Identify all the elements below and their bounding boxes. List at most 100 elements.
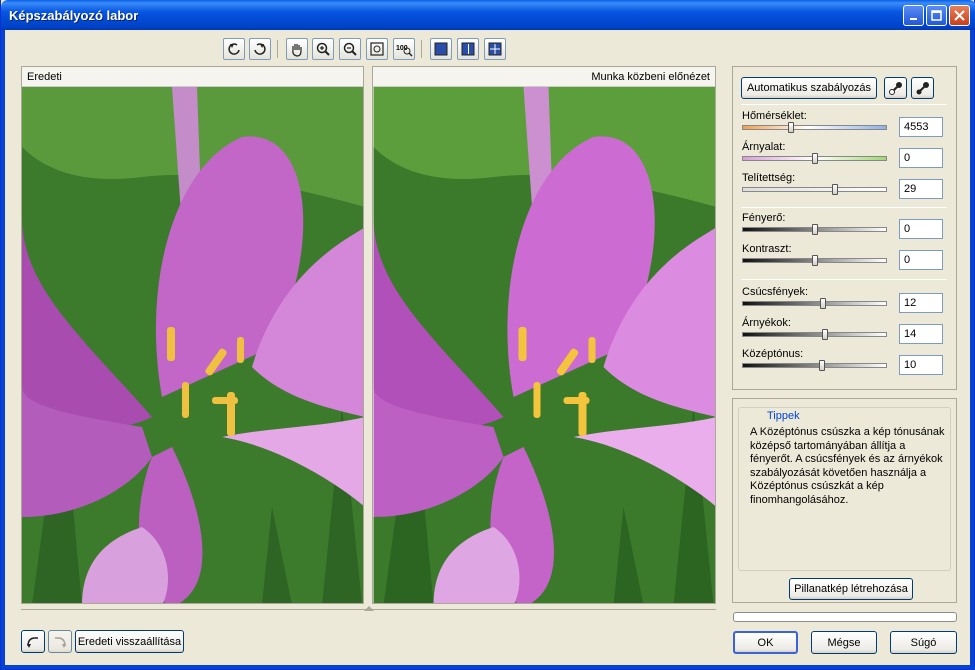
undo-button[interactable] xyxy=(21,630,45,653)
split-view-button[interactable] xyxy=(457,38,479,60)
minimize-button[interactable] xyxy=(903,5,924,26)
window-title: Képszabályozó labor xyxy=(9,8,139,23)
tips-group: Tippek A Középtónus csúszka a kép tónusá… xyxy=(738,407,951,571)
close-icon xyxy=(954,10,965,21)
hand-icon xyxy=(292,44,302,57)
tips-title: Tippek xyxy=(763,410,804,422)
temperature-slider-track[interactable] xyxy=(742,125,887,130)
compare-view-button[interactable] xyxy=(484,38,506,60)
preview-image-panel: Munka közbeni előnézet xyxy=(372,66,716,604)
saturation-input[interactable]: 29 xyxy=(899,179,943,199)
tips-text: A Középtónus csúszka a kép tónusának köz… xyxy=(750,426,945,506)
help-label: Súgó xyxy=(910,636,937,649)
rotate-left-icon xyxy=(228,43,240,55)
toolbar-separator xyxy=(277,40,278,58)
adjustment-panel: Automatikus szabályozás Hőmérséklet: 455… xyxy=(732,66,957,390)
window-frame-bottom xyxy=(1,665,975,669)
redo-button[interactable] xyxy=(48,630,72,653)
title-bar[interactable]: Képszabályozó labor xyxy=(1,0,975,30)
original-caption: Eredeti xyxy=(22,67,363,87)
shadows-slider-thumb[interactable] xyxy=(821,329,828,340)
rotate-left-button[interactable] xyxy=(223,38,245,60)
eyedropper-black-icon xyxy=(916,82,929,95)
contrast-input[interactable]: 0 xyxy=(899,250,943,270)
split-view-icon xyxy=(461,42,475,56)
reset-original-label: Eredeti visszaállítása xyxy=(77,635,182,648)
shadows-slider-track[interactable] xyxy=(742,332,887,337)
highlights-input[interactable]: 12 xyxy=(899,293,943,313)
maximize-icon xyxy=(931,10,942,21)
create-snapshot-label: Pillanatkép létrehozása xyxy=(794,583,908,595)
single-view-button[interactable] xyxy=(430,38,452,60)
midtones-input[interactable]: 10 xyxy=(899,355,943,375)
section-divider xyxy=(741,207,947,208)
midtones-slider-thumb[interactable] xyxy=(818,360,825,371)
window-frame-right xyxy=(970,30,974,670)
zoom-in-icon xyxy=(316,42,330,56)
zoom-100-button[interactable]: 100 xyxy=(393,38,415,60)
crocus-flower-image xyxy=(22,87,363,603)
original-image-panel: Eredeti xyxy=(21,66,364,604)
maximize-button[interactable] xyxy=(926,5,947,26)
zoom-out-icon xyxy=(343,42,357,56)
collapse-arrow-icon[interactable] xyxy=(363,604,375,612)
saturation-label: Telítettség: xyxy=(742,172,796,184)
fit-window-icon xyxy=(370,42,384,56)
temperature-slider-thumb[interactable] xyxy=(788,122,795,133)
black-point-picker-button[interactable] xyxy=(911,77,934,99)
help-button[interactable]: Súgó xyxy=(890,631,957,654)
create-snapshot-button[interactable]: Pillanatkép létrehozása xyxy=(789,578,913,600)
contrast-slider-thumb[interactable] xyxy=(811,255,818,266)
brightness-input[interactable]: 0 xyxy=(899,219,943,239)
shadows-label: Árnyékok: xyxy=(742,317,791,329)
original-photo[interactable] xyxy=(22,87,363,603)
preview-caption: Munka közbeni előnézet xyxy=(373,67,715,87)
ok-button[interactable]: OK xyxy=(733,631,798,654)
compare-view-icon xyxy=(488,42,502,56)
redo-icon xyxy=(55,636,66,648)
highlights-slider-track[interactable] xyxy=(742,301,887,306)
zoom-out-button[interactable] xyxy=(339,38,361,60)
single-view-icon xyxy=(434,42,448,56)
tint-label: Árnyalat: xyxy=(742,141,786,153)
minimize-icon xyxy=(909,17,917,20)
window-frame-left xyxy=(1,30,5,670)
preview-photo[interactable] xyxy=(373,87,715,603)
section-divider xyxy=(741,279,947,280)
temperature-input[interactable]: 4553 xyxy=(899,117,943,137)
zoom-100-icon: 100 xyxy=(396,45,413,57)
contrast-label: Kontraszt: xyxy=(742,243,792,255)
zoom-in-button[interactable] xyxy=(312,38,334,60)
toolbar-separator xyxy=(421,40,422,58)
close-button[interactable] xyxy=(949,5,970,26)
fit-to-window-button[interactable] xyxy=(366,38,388,60)
tint-slider-thumb[interactable] xyxy=(811,153,818,164)
ok-label: OK xyxy=(757,636,774,649)
crocus-flower-preview-image xyxy=(373,87,715,603)
brightness-label: Fényerő: xyxy=(742,212,786,224)
undo-icon xyxy=(27,636,38,648)
highlights-label: Csúcsfények: xyxy=(742,286,809,298)
auto-adjust-button[interactable]: Automatikus szabályozás xyxy=(741,77,877,99)
section-divider xyxy=(741,104,947,105)
brightness-slider-thumb[interactable] xyxy=(811,224,818,235)
tips-panel: Tippek A Középtónus csúszka a kép tónusá… xyxy=(732,398,957,603)
tint-input[interactable]: 0 xyxy=(899,148,943,168)
cancel-button[interactable]: Mégse xyxy=(811,631,877,654)
midtones-slider-track[interactable] xyxy=(742,363,887,368)
white-point-picker-button[interactable] xyxy=(884,77,907,99)
highlights-slider-thumb[interactable] xyxy=(820,298,827,309)
rotate-right-button[interactable] xyxy=(249,38,271,60)
reset-original-button[interactable]: Eredeti visszaállítása xyxy=(75,630,184,653)
midtones-label: Középtónus: xyxy=(742,348,804,360)
pan-button[interactable] xyxy=(286,38,308,60)
shadows-input[interactable]: 14 xyxy=(899,324,943,344)
saturation-slider-thumb[interactable] xyxy=(831,184,838,195)
cancel-label: Mégse xyxy=(827,636,861,649)
saturation-slider-track[interactable] xyxy=(742,187,887,192)
rotate-right-icon xyxy=(254,43,266,55)
dialog-window: Képszabályozó labor 100 Eredeti Munka kö… xyxy=(0,0,975,670)
eyedropper-white-icon xyxy=(888,82,902,95)
progress-bar xyxy=(733,612,957,622)
auto-adjust-label: Automatikus szabályozás xyxy=(746,82,872,94)
